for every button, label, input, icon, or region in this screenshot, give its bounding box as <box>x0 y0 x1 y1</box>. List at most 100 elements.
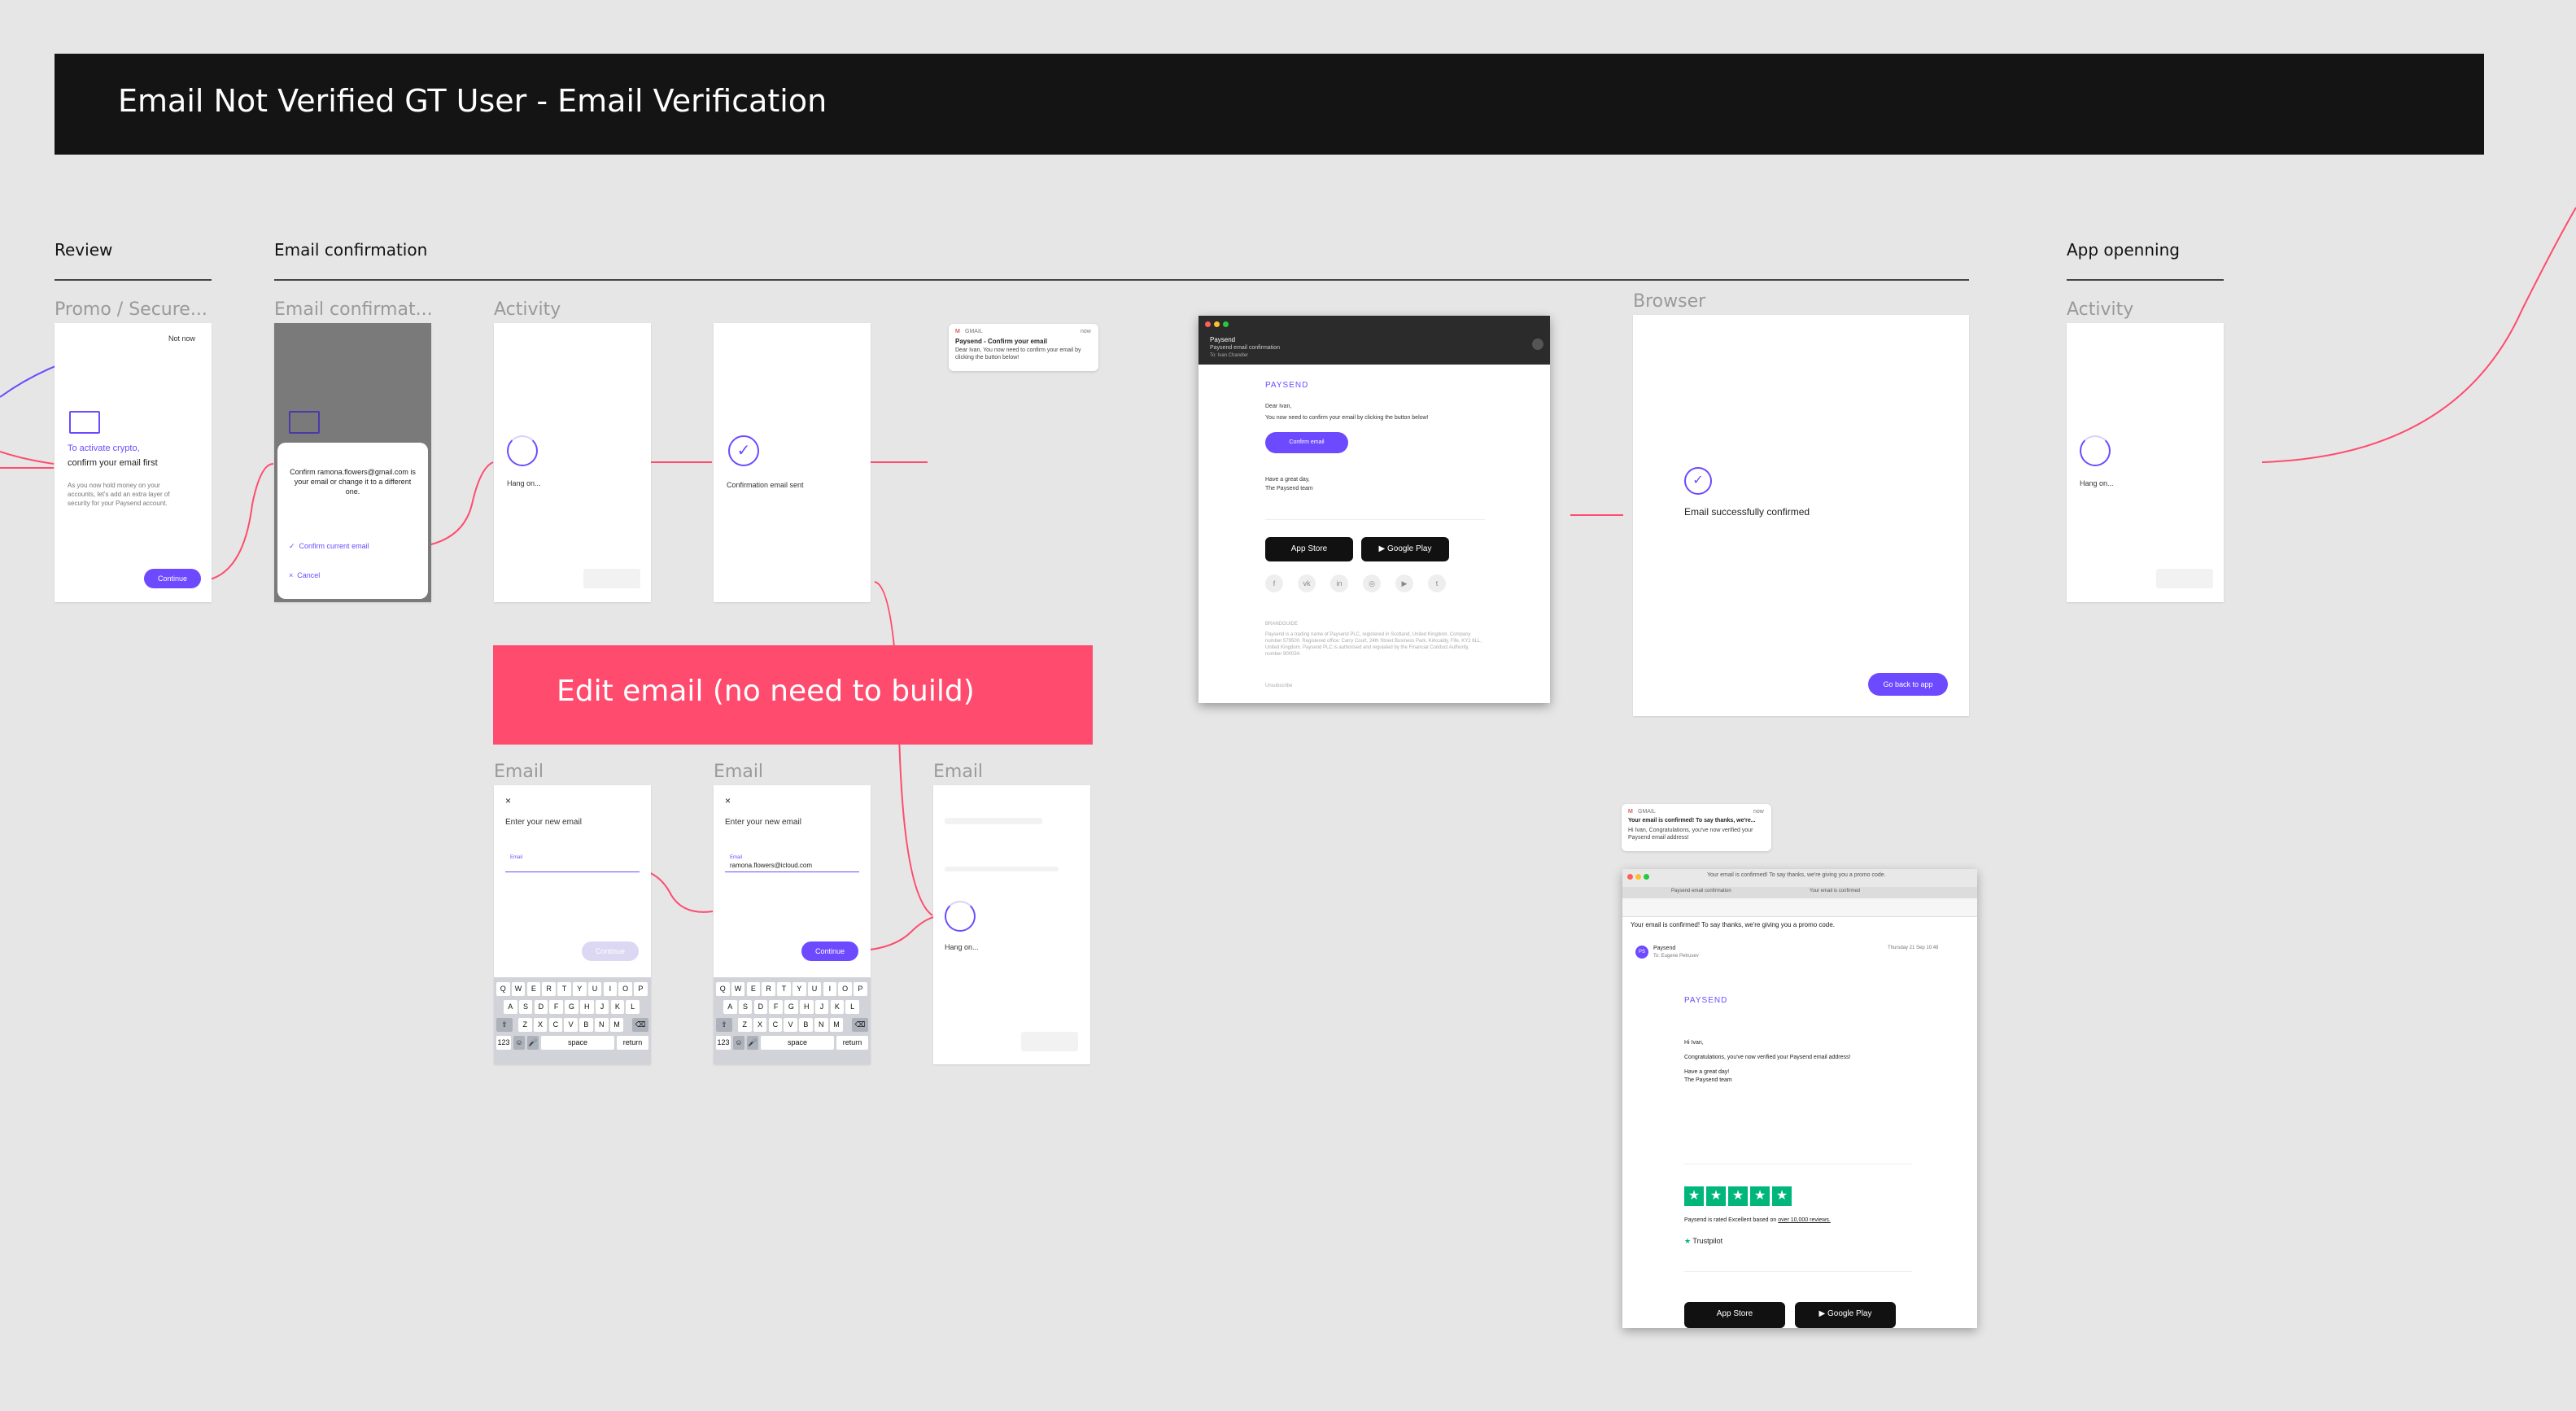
backspace-key[interactable]: ⌫ <box>852 1018 868 1032</box>
key-p[interactable]: P <box>634 982 648 996</box>
key-b[interactable]: B <box>579 1018 593 1032</box>
shift-key[interactable]: ⇧ <box>716 1018 732 1032</box>
gmail-notification[interactable]: M GMAIL now Paysend - Confirm your email… <box>949 324 1098 371</box>
key-l[interactable]: L <box>626 1000 640 1014</box>
key-o[interactable]: O <box>618 982 632 996</box>
key-t[interactable]: T <box>557 982 571 996</box>
key-r[interactable]: R <box>762 982 775 996</box>
google-play-button[interactable]: ▶ Google Play <box>1795 1302 1896 1328</box>
twitter-icon[interactable]: t <box>1428 574 1446 592</box>
tab-2[interactable]: Your email is confirmed <box>1810 889 1860 893</box>
google-play-button[interactable]: ▶ Google Play <box>1361 537 1449 561</box>
mic-key[interactable]: 🎤 <box>747 1036 758 1050</box>
key-c[interactable]: C <box>768 1018 783 1032</box>
key-z[interactable]: Z <box>518 1018 532 1032</box>
return-key[interactable]: return <box>617 1036 648 1050</box>
key-n[interactable]: N <box>595 1018 609 1032</box>
key-t[interactable]: T <box>777 982 791 996</box>
maximize-dot[interactable] <box>1223 321 1229 327</box>
continue-button[interactable]: Continue <box>801 941 858 961</box>
return-key[interactable]: return <box>836 1036 868 1050</box>
go-back-to-app-button[interactable]: Go back to app <box>1868 673 1948 696</box>
key-p[interactable]: P <box>854 982 867 996</box>
minimize-dot[interactable] <box>1214 321 1220 327</box>
key-g[interactable]: G <box>565 1000 579 1014</box>
linkedin-icon[interactable]: in <box>1330 574 1348 592</box>
numbers-key[interactable]: 123 <box>496 1036 511 1050</box>
numbers-key[interactable]: 123 <box>716 1036 731 1050</box>
key-e[interactable]: E <box>526 982 541 996</box>
gmail-notification[interactable]: M GMAIL now Your email is confirmed! To … <box>1622 804 1771 851</box>
key-m[interactable]: M <box>609 1018 624 1032</box>
app-store-button[interactable]: App Store <box>1684 1302 1785 1328</box>
continue-button[interactable]: Continue <box>582 941 639 961</box>
confirm-current-email[interactable]: ✓ Confirm current email <box>289 542 369 551</box>
close-icon[interactable]: × <box>505 795 511 806</box>
confirm-email-button[interactable]: Confirm email <box>1265 432 1348 453</box>
key-s[interactable]: S <box>738 1000 753 1014</box>
vk-icon[interactable]: vk <box>1298 574 1316 592</box>
key-r[interactable]: R <box>542 982 556 996</box>
key-f[interactable]: F <box>769 1000 783 1014</box>
key-i[interactable]: I <box>603 982 618 996</box>
key-k[interactable]: K <box>610 1000 625 1014</box>
key-w[interactable]: W <box>731 982 745 996</box>
tab-1[interactable]: Paysend email confirmation <box>1671 889 1731 893</box>
key-u[interactable]: U <box>807 982 822 996</box>
key-e[interactable]: E <box>746 982 761 996</box>
key-o[interactable]: O <box>838 982 852 996</box>
not-now-link[interactable]: Not now <box>168 334 195 343</box>
key-i[interactable]: I <box>823 982 837 996</box>
key-q[interactable]: Q <box>716 982 730 996</box>
email-input[interactable]: Email ramona.flowers@icloud.com <box>725 855 859 872</box>
key-a[interactable]: A <box>723 1000 737 1014</box>
key-b[interactable]: B <box>799 1018 813 1032</box>
key-y[interactable]: Y <box>792 982 806 996</box>
reviews-link[interactable]: over 10,000 reviews. <box>1778 1217 1831 1223</box>
key-h[interactable]: H <box>580 1000 594 1014</box>
close-dot[interactable] <box>1205 321 1211 327</box>
key-u[interactable]: U <box>587 982 602 996</box>
minimize-dot[interactable] <box>1635 874 1641 880</box>
key-x[interactable]: X <box>753 1018 767 1032</box>
backspace-key[interactable]: ⌫ <box>632 1018 648 1032</box>
key-a[interactable]: A <box>504 1000 517 1014</box>
key-q[interactable]: Q <box>496 982 510 996</box>
shift-key[interactable]: ⇧ <box>496 1018 513 1032</box>
key-v[interactable]: V <box>784 1018 797 1032</box>
space-key[interactable]: space <box>541 1036 614 1050</box>
key-l[interactable]: L <box>845 1000 859 1014</box>
key-v[interactable]: V <box>564 1018 578 1032</box>
key-k[interactable]: K <box>830 1000 845 1014</box>
key-y[interactable]: Y <box>573 982 587 996</box>
email-input[interactable]: Email <box>505 855 640 872</box>
close-icon[interactable]: × <box>725 795 731 806</box>
cancel-item[interactable]: × Cancel <box>289 571 320 579</box>
key-j[interactable]: J <box>595 1000 609 1014</box>
key-h[interactable]: H <box>800 1000 814 1014</box>
instagram-icon[interactable]: ◎ <box>1363 574 1381 592</box>
space-key[interactable]: space <box>761 1036 834 1050</box>
key-j[interactable]: J <box>814 1000 829 1014</box>
emoji-key[interactable]: ☺ <box>733 1036 744 1050</box>
close-dot[interactable] <box>1627 874 1633 880</box>
key-f[interactable]: F <box>549 1000 563 1014</box>
unsubscribe-link[interactable]: Unsubscribe <box>1265 684 1292 688</box>
key-d[interactable]: D <box>534 1000 548 1014</box>
continue-button[interactable]: Continue <box>144 569 201 588</box>
emoji-key[interactable]: ☺ <box>513 1036 525 1050</box>
key-d[interactable]: D <box>753 1000 768 1014</box>
key-w[interactable]: W <box>511 982 526 996</box>
youtube-icon[interactable]: ▶ <box>1395 574 1413 592</box>
maximize-dot[interactable] <box>1644 874 1649 880</box>
key-s[interactable]: S <box>518 1000 533 1014</box>
key-m[interactable]: M <box>829 1018 844 1032</box>
facebook-icon[interactable]: f <box>1265 574 1283 592</box>
app-store-button[interactable]: App Store <box>1265 537 1353 561</box>
mic-key[interactable]: 🎤 <box>527 1036 539 1050</box>
key-n[interactable]: N <box>814 1018 828 1032</box>
key-z[interactable]: Z <box>738 1018 752 1032</box>
key-g[interactable]: G <box>784 1000 798 1014</box>
key-c[interactable]: C <box>548 1018 563 1032</box>
key-x[interactable]: X <box>533 1018 548 1032</box>
